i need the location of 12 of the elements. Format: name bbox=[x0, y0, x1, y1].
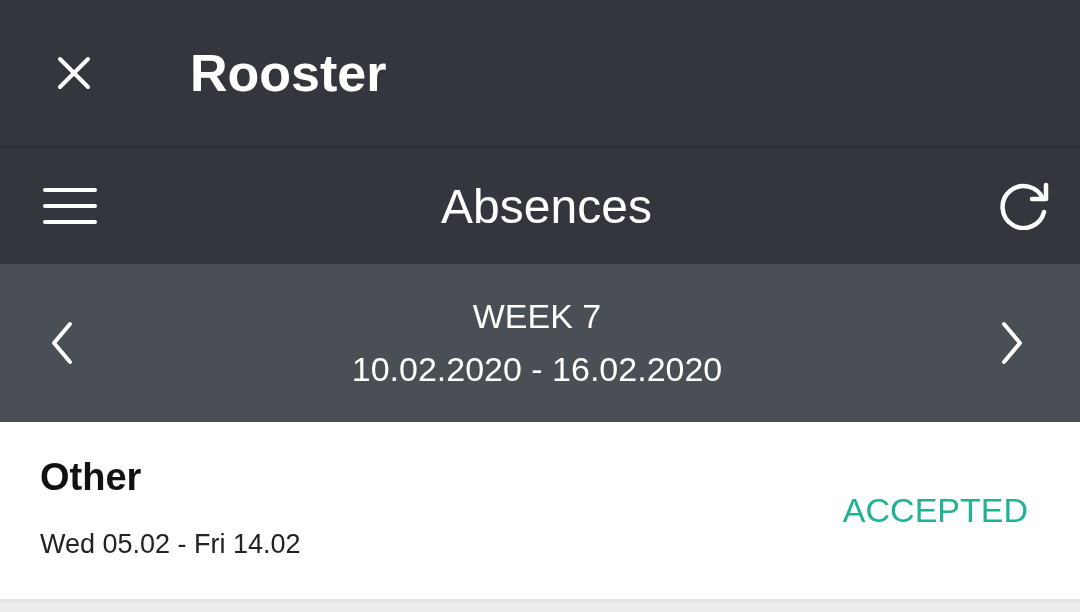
next-week-icon[interactable] bbox=[1000, 321, 1024, 365]
week-number: WEEK 7 bbox=[472, 297, 602, 336]
absence-type: Other bbox=[40, 455, 143, 499]
absence-dates: Wed 05.02 - Fri 14.02 bbox=[40, 528, 301, 560]
absence-item[interactable]: Other Wed 05.02 - Fri 14.02 ACCEPTED bbox=[0, 422, 1080, 602]
close-icon[interactable] bbox=[57, 56, 91, 90]
app-title: Rooster bbox=[190, 43, 387, 103]
absence-status: ACCEPTED bbox=[842, 491, 1028, 530]
menu-icon[interactable] bbox=[43, 187, 97, 225]
week-date-range: 10.02.2020 - 16.02.2020 bbox=[351, 350, 723, 389]
previous-week-icon[interactable] bbox=[50, 321, 74, 365]
page-title: Absences bbox=[441, 178, 652, 234]
